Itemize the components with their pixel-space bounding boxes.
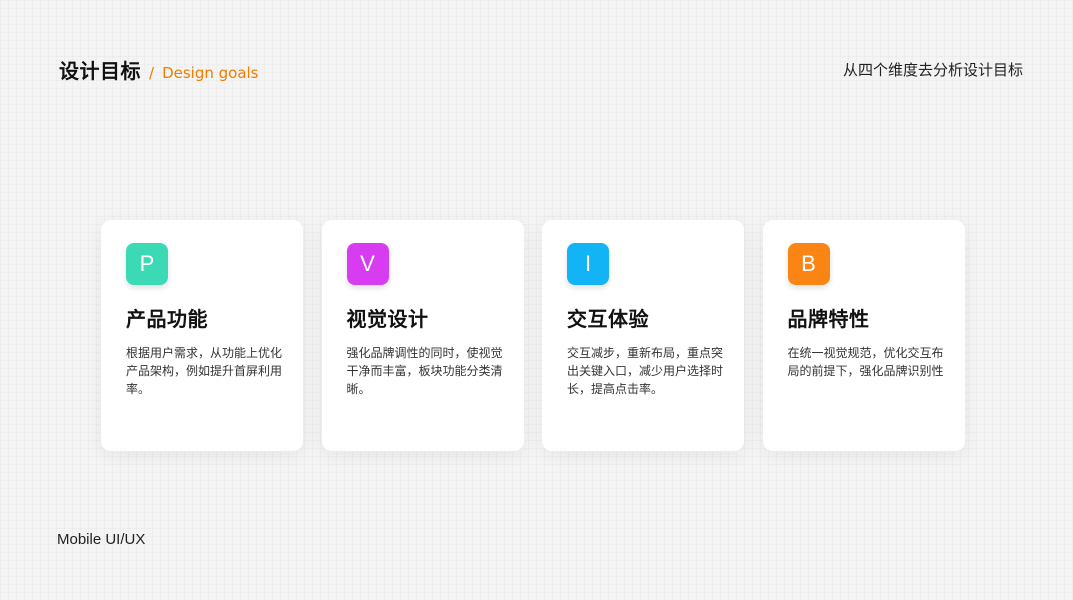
card-description: 强化品牌调性的同时，使视觉干净而丰富，板块功能分类清晰。 [346,346,503,396]
goal-cards: P 产品功能 根据用户需求，从功能上优化产品架构，例如提升首屏利用率。 V 视觉… [101,220,965,451]
goal-card-brand: B 品牌特性 在统一视觉规范，优化交互布局的前提下，强化品牌识别性 [762,220,965,451]
footer-label: Mobile UI/UX [57,531,146,548]
badge-v-icon: V [346,243,389,285]
badge-i-icon: I [567,243,609,285]
goal-card-product: P 产品功能 根据用户需求，从功能上优化产品架构，例如提升首屏利用率。 [101,220,303,451]
card-description: 根据用户需求，从功能上优化产品架构，例如提升首屏利用率。 [126,346,283,396]
header-description: 从四个维度去分析设计目标 [842,61,1023,79]
card-title: 交互体验 [567,307,649,331]
card-title: 品牌特性 [787,307,870,331]
goal-card-interaction: I 交互体验 交互减步，重新布局，重点突出关键入口，减少用户选择时长，提高点击率… [542,220,744,451]
card-description: 交互减步，重新布局，重点突出关键入口，减少用户选择时长，提高点击率。 [567,346,724,396]
goal-card-visual: V 视觉设计 强化品牌调性的同时，使视觉干净而丰富，板块功能分类清晰。 [321,220,524,451]
page-subtitle: Design goals [162,64,259,82]
page-title: 设计目标 [59,59,141,83]
badge-p-icon: P [126,243,168,285]
card-title: 产品功能 [126,307,208,331]
page-header: 设计目标 / Design goals [59,55,259,84]
title-separator: / [149,64,155,82]
badge-b-icon: B [787,243,830,285]
card-description: 在统一视觉规范，优化交互布局的前提下，强化品牌识别性 [787,346,944,378]
card-title: 视觉设计 [346,307,429,331]
